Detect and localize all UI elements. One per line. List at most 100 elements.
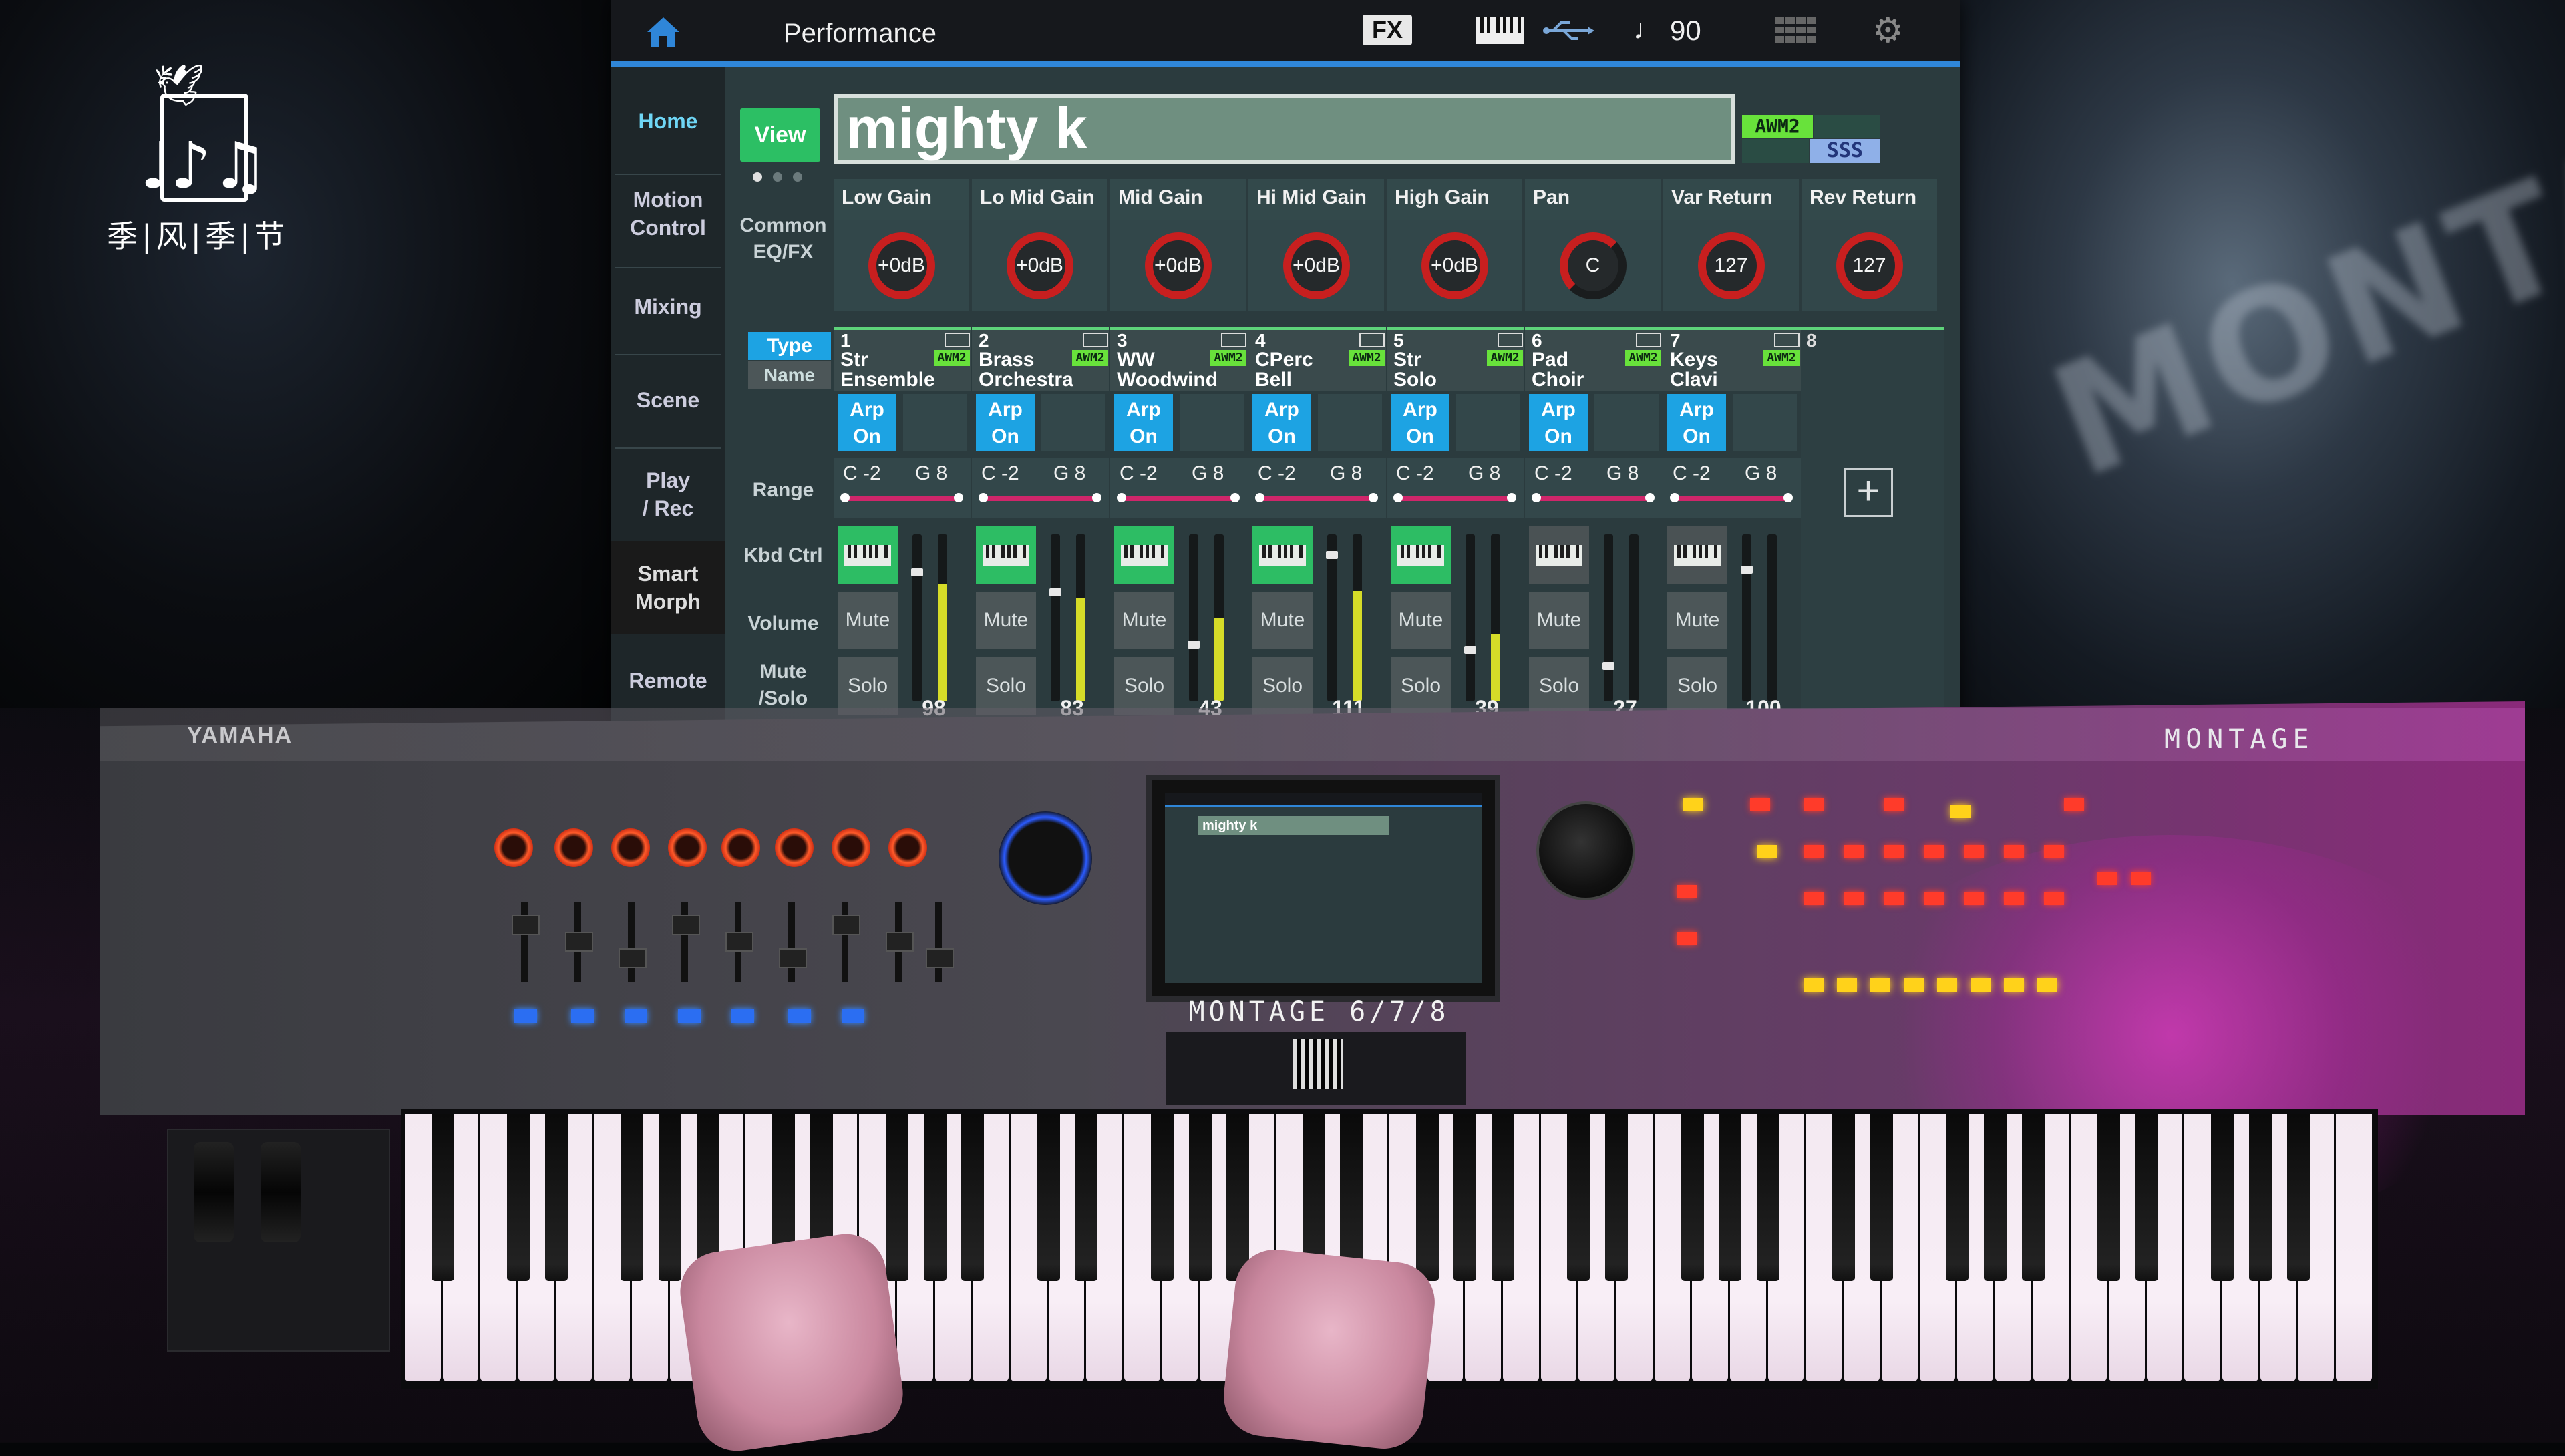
- range-slider[interactable]: [840, 493, 963, 502]
- mute-button[interactable]: Mute: [976, 592, 1036, 649]
- sidebar-item-remote[interactable]: Remote: [611, 667, 725, 695]
- black-key[interactable]: [1492, 1114, 1515, 1281]
- yellow-button[interactable]: [1804, 978, 1824, 992]
- solo-button[interactable]: Solo: [1252, 657, 1313, 715]
- red-button[interactable]: [2044, 845, 2064, 858]
- solo-button[interactable]: Solo: [1529, 657, 1589, 715]
- part-header[interactable]: 4 AWM2 CPerc Bell: [1248, 327, 1386, 391]
- arp-on-button[interactable]: Arp On: [1529, 394, 1588, 451]
- solo-button[interactable]: Solo: [838, 657, 898, 715]
- kbd-ctrl-button[interactable]: [838, 526, 898, 584]
- solo-button[interactable]: Solo: [1391, 657, 1451, 715]
- yellow-button[interactable]: [1904, 978, 1924, 992]
- volume-fader[interactable]: [1466, 534, 1475, 701]
- yellow-button[interactable]: [1937, 978, 1957, 992]
- hardware-fader-cap[interactable]: [565, 932, 593, 952]
- black-key[interactable]: [886, 1114, 908, 1281]
- black-key[interactable]: [1832, 1114, 1856, 1281]
- hardware-knob[interactable]: [832, 828, 870, 867]
- yellow-button[interactable]: [1757, 845, 1777, 858]
- add-part-button[interactable]: +: [1844, 468, 1893, 517]
- black-key[interactable]: [1075, 1114, 1098, 1281]
- black-key[interactable]: [1454, 1114, 1477, 1281]
- range-cell[interactable]: C -2 G 8: [1110, 458, 1248, 518]
- range-slider[interactable]: [1117, 493, 1240, 502]
- arp-on-button[interactable]: Arp On: [1114, 394, 1173, 451]
- hardware-fader-cap[interactable]: [725, 932, 753, 952]
- type-tab[interactable]: Type: [748, 332, 831, 360]
- mute-button[interactable]: Mute: [1529, 592, 1589, 649]
- hardware-fader-cap[interactable]: [779, 948, 807, 968]
- sidebar-item-play-rec[interactable]: Play / Rec: [611, 466, 725, 522]
- solo-button[interactable]: Solo: [1114, 657, 1174, 715]
- mute-button[interactable]: Mute: [838, 592, 898, 649]
- eq-knob[interactable]: +0dB: [1421, 232, 1488, 299]
- performance-name-field[interactable]: mighty k: [834, 94, 1735, 164]
- arp-on-button[interactable]: Arp On: [1391, 394, 1449, 451]
- kbd-ctrl-button[interactable]: [1667, 526, 1727, 584]
- eq-knob[interactable]: C: [1559, 232, 1627, 299]
- range-cell[interactable]: C -2 G 8: [1663, 458, 1801, 518]
- red-button[interactable]: [1677, 885, 1697, 898]
- black-key[interactable]: [961, 1114, 985, 1281]
- hardware-fader[interactable]: [935, 902, 942, 982]
- volume-fader[interactable]: [1051, 534, 1060, 701]
- part-header[interactable]: 5 AWM2 Str Solo: [1387, 327, 1524, 391]
- part-5[interactable]: 5AWM2Str SoloArp OnC -2G 8MuteSolo39: [1387, 327, 1524, 725]
- view-button[interactable]: View: [740, 108, 820, 162]
- red-button[interactable]: [1844, 845, 1864, 858]
- black-key[interactable]: [1681, 1114, 1704, 1281]
- black-key[interactable]: [2097, 1114, 2121, 1281]
- scene-button[interactable]: [625, 1009, 647, 1023]
- hardware-fader[interactable]: [681, 902, 688, 982]
- range-slider[interactable]: [1670, 493, 1793, 502]
- part-4[interactable]: 4AWM2CPerc BellArp OnC -2G 8MuteSolo111: [1248, 327, 1386, 725]
- eq-knob[interactable]: +0dB: [1144, 232, 1212, 299]
- black-key[interactable]: [1946, 1114, 1969, 1281]
- red-button[interactable]: [1804, 892, 1824, 905]
- yellow-button[interactable]: [1950, 805, 1971, 818]
- black-key[interactable]: [507, 1114, 530, 1281]
- black-key[interactable]: [2211, 1114, 2234, 1281]
- solo-button[interactable]: Solo: [1667, 657, 1727, 715]
- black-key[interactable]: [1719, 1114, 1742, 1281]
- scene-button[interactable]: [842, 1009, 864, 1023]
- data-dial[interactable]: [1536, 801, 1635, 900]
- red-button[interactable]: [2004, 845, 2024, 858]
- black-key[interactable]: [1870, 1114, 1893, 1281]
- fx-button[interactable]: FX: [1363, 15, 1412, 45]
- hardware-knob[interactable]: [775, 828, 814, 867]
- part-6[interactable]: 6AWM2Pad ChoirArp OnC -2G 8MuteSolo27: [1525, 327, 1663, 725]
- arp-on-button[interactable]: Arp On: [976, 394, 1035, 451]
- red-button[interactable]: [1750, 798, 1770, 811]
- part-7[interactable]: 7AWM2Keys ClaviArp OnC -2G 8MuteSolo100: [1663, 327, 1801, 725]
- sidebar-item-scene[interactable]: Scene: [611, 386, 725, 414]
- range-slider[interactable]: [1393, 493, 1516, 502]
- mute-button[interactable]: Mute: [1667, 592, 1727, 649]
- hardware-fader-cap[interactable]: [619, 948, 647, 968]
- range-cell[interactable]: C -2 G 8: [1525, 458, 1663, 518]
- scene-button[interactable]: [571, 1009, 594, 1023]
- red-button[interactable]: [1804, 798, 1824, 811]
- scene-button[interactable]: [731, 1009, 754, 1023]
- black-key[interactable]: [544, 1114, 568, 1281]
- hardware-fader-cap[interactable]: [832, 915, 860, 935]
- red-button[interactable]: [1844, 892, 1864, 905]
- red-button[interactable]: [1964, 845, 1984, 858]
- volume-fader[interactable]: [1742, 534, 1751, 701]
- sidebar-item-motion-control[interactable]: Motion Control: [611, 186, 725, 242]
- part-3[interactable]: 3AWM2WW WoodwindArp OnC -2G 8MuteSolo43: [1110, 327, 1248, 725]
- mute-button[interactable]: Mute: [1391, 592, 1451, 649]
- hardware-fader[interactable]: [788, 902, 795, 982]
- red-button[interactable]: [1677, 932, 1697, 945]
- sidebar-item-smart-morph[interactable]: Smart Morph: [611, 541, 725, 634]
- arp-on-button[interactable]: Arp On: [1252, 394, 1311, 451]
- volume-fader[interactable]: [1327, 534, 1337, 701]
- red-button[interactable]: [1884, 845, 1904, 858]
- tempo-value[interactable]: 90: [1670, 15, 1701, 47]
- hardware-fader-cap[interactable]: [926, 948, 954, 968]
- assign-knob[interactable]: [999, 811, 1092, 905]
- eq-knob[interactable]: +0dB: [868, 232, 935, 299]
- black-key[interactable]: [431, 1114, 454, 1281]
- home-icon[interactable]: [645, 15, 682, 48]
